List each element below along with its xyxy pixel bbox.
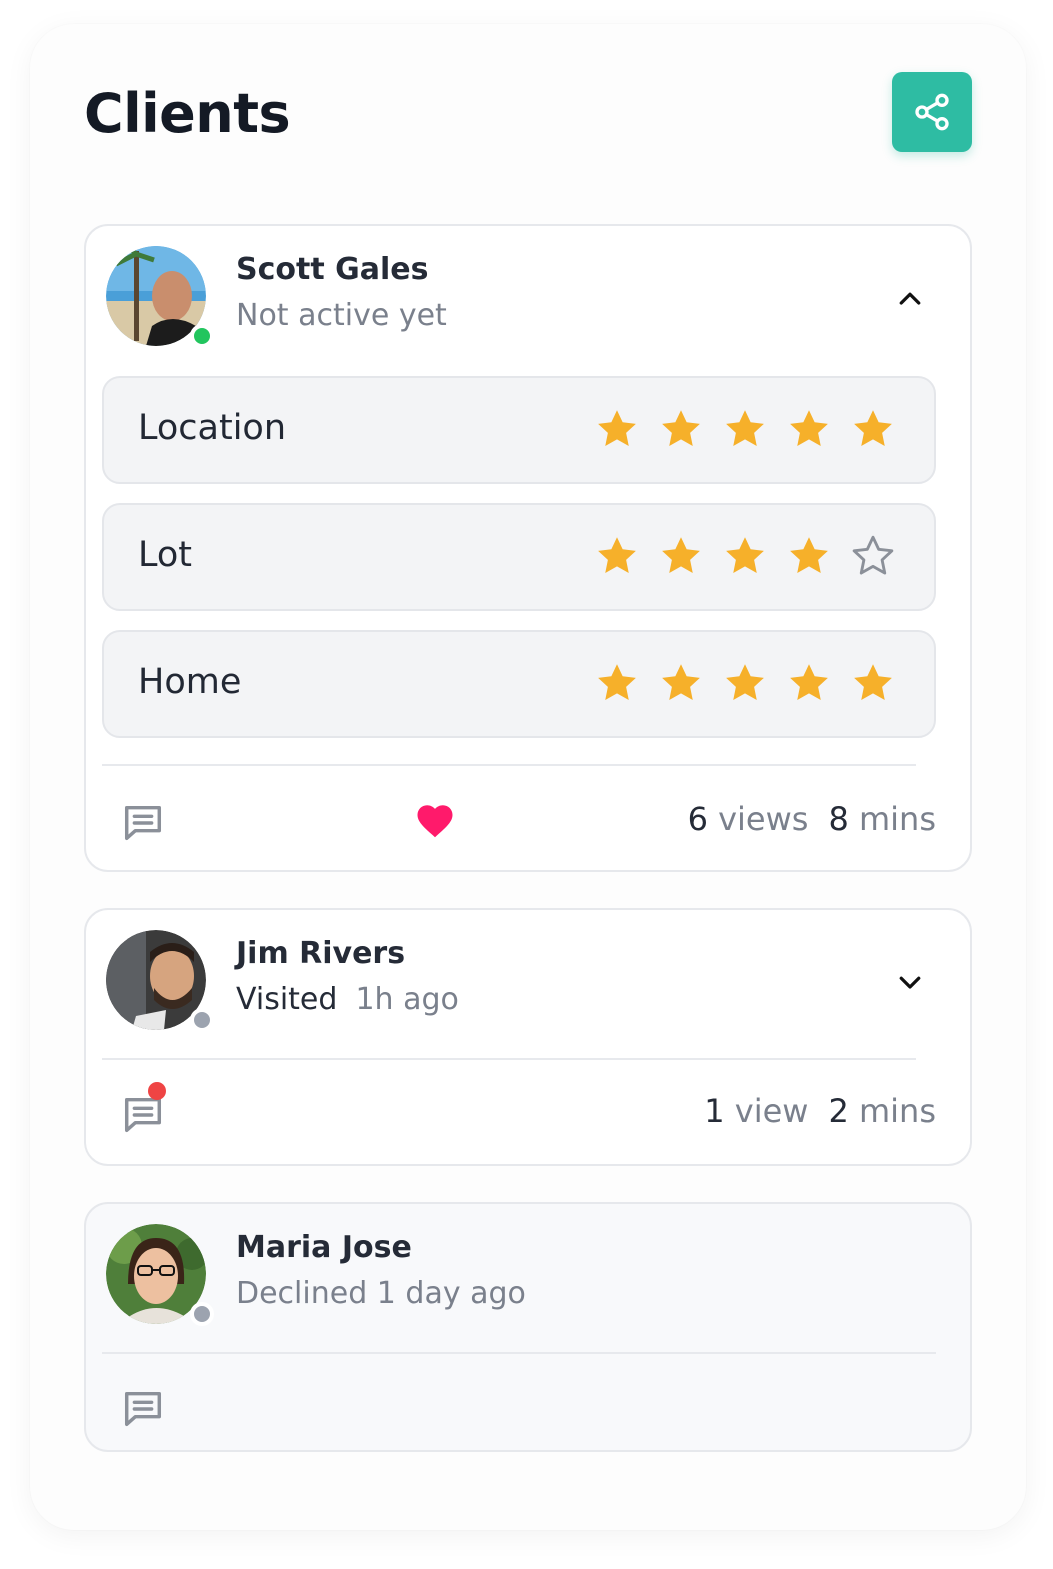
client-card-scott: Scott Gales Not active yet Location Lot … <box>84 224 972 872</box>
client-card-jim: Jim Rivers Visited 1h ago 1 view 2 mins <box>84 908 972 1166</box>
rating-label: Home <box>138 662 242 702</box>
divider <box>102 1352 936 1354</box>
share-icon <box>915 93 949 131</box>
divider <box>102 1058 916 1060</box>
chevron-up-icon <box>899 292 921 305</box>
time-unit: mins <box>858 1092 936 1130</box>
message-button[interactable] <box>120 1386 166 1432</box>
client-name: Maria Jose <box>236 1230 412 1265</box>
client-name: Jim Rivers <box>236 936 406 971</box>
avatar[interactable] <box>106 1224 214 1326</box>
star-filled-icon[interactable] <box>722 660 768 706</box>
collapse-button[interactable] <box>890 278 930 318</box>
views-count: 6 <box>687 800 708 838</box>
engagement-stats: 6 views 8 mins <box>688 800 936 838</box>
star-filled-icon[interactable] <box>594 406 640 452</box>
star-filled-icon[interactable] <box>850 660 896 706</box>
star-filled-icon[interactable] <box>786 406 832 452</box>
star-filled-icon[interactable] <box>594 533 640 579</box>
time-unit: mins <box>858 800 936 838</box>
star-filled-icon[interactable] <box>850 406 896 452</box>
client-status: Visited 1h ago <box>236 982 459 1017</box>
rating-label: Lot <box>138 535 193 575</box>
rating-row-lot: Lot <box>102 503 936 611</box>
chevron-down-icon <box>899 976 921 989</box>
message-button[interactable] <box>120 800 166 846</box>
time-count: 2 <box>828 1092 849 1130</box>
client-status: Declined 1 day ago <box>236 1276 526 1311</box>
views-stat: 6 views <box>688 800 809 838</box>
star-filled-icon[interactable] <box>722 406 768 452</box>
star-filled-icon[interactable] <box>786 533 832 579</box>
views-unit: view <box>734 1092 809 1130</box>
star-filled-icon[interactable] <box>722 533 768 579</box>
offline-status-dot <box>190 1008 214 1032</box>
offline-status-dot <box>190 1302 214 1326</box>
star-rating[interactable] <box>594 660 896 706</box>
unread-badge <box>148 1082 166 1100</box>
time-count: 8 <box>828 800 849 838</box>
rating-row-home: Home <box>102 630 936 738</box>
star-rating[interactable] <box>594 406 896 452</box>
status-time: 1h ago <box>355 982 459 1017</box>
avatar[interactable] <box>106 246 214 348</box>
status-prefix: Visited <box>236 982 338 1017</box>
message-icon <box>124 805 162 841</box>
rating-row-location: Location <box>102 376 936 484</box>
message-button[interactable] <box>120 1082 166 1138</box>
time-stat: 8 mins <box>828 800 936 838</box>
time-stat: 2 mins <box>828 1092 936 1130</box>
star-rating[interactable] <box>594 533 896 579</box>
star-filled-icon[interactable] <box>786 660 832 706</box>
page-title: Clients <box>84 82 291 145</box>
star-filled-icon[interactable] <box>658 660 704 706</box>
views-unit: views <box>718 800 809 838</box>
star-filled-icon[interactable] <box>594 660 640 706</box>
online-status-dot <box>190 324 214 348</box>
avatar[interactable] <box>106 930 214 1032</box>
star-filled-icon[interactable] <box>658 533 704 579</box>
client-status: Not active yet <box>236 298 447 333</box>
expand-button[interactable] <box>890 962 930 1002</box>
star-empty-icon[interactable] <box>850 533 896 579</box>
message-icon <box>124 1391 162 1427</box>
client-card-maria: Maria Jose Declined 1 day ago <box>84 1202 972 1452</box>
divider <box>102 764 916 766</box>
share-button[interactable] <box>892 72 972 152</box>
views-count: 1 <box>704 1092 725 1130</box>
rating-label: Location <box>138 408 287 448</box>
client-name: Scott Gales <box>236 252 429 287</box>
star-filled-icon[interactable] <box>658 406 704 452</box>
heart-icon[interactable] <box>414 800 456 842</box>
views-stat: 1 view <box>704 1092 808 1130</box>
engagement-stats: 1 view 2 mins <box>704 1092 936 1130</box>
